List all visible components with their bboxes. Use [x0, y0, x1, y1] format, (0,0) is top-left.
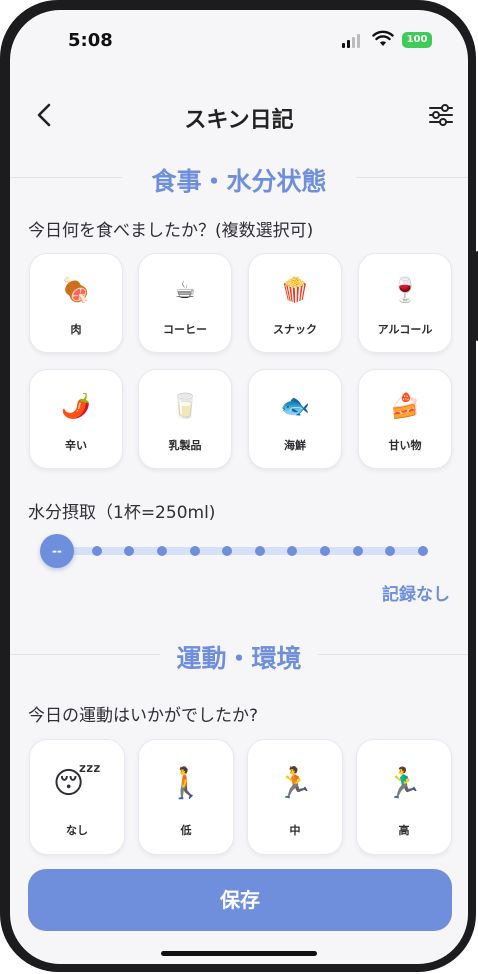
running-person-icon: 🏃 — [276, 766, 314, 801]
food-option-sweets[interactable]: 🍰 甘い物 — [358, 369, 452, 469]
chili-pepper-icon: 🌶️ — [61, 392, 91, 420]
diet-section-header: 食事・水分状態 — [10, 158, 468, 198]
popcorn-icon: 🍿 — [280, 276, 310, 304]
exercise-option-low[interactable]: 🚶 低 — [138, 739, 234, 855]
exercise-option-medium[interactable]: 🏃 中 — [247, 739, 343, 855]
fish-icon: 🐟 — [280, 392, 310, 420]
exercise-section-header: 運動・環境 — [10, 635, 468, 675]
walking-person-icon: 🚶 — [167, 766, 205, 801]
exercise-option-high[interactable]: 🏃‍♂️ 高 — [356, 739, 452, 855]
food-label: コーヒー — [163, 323, 207, 336]
exercise-label: 中 — [289, 824, 301, 837]
page-title: スキン日記 — [184, 108, 294, 133]
volume-up-button — [0, 231, 2, 293]
app-screen: 5:08 100 スキン日記 食事・水分状態 今日何を食べましたか？(複数選択可… — [10, 10, 468, 964]
action-button — [0, 171, 2, 203]
diet-question: 今日何を食べましたか？(複数選択可) — [28, 221, 314, 241]
slider-tick[interactable] — [156, 546, 167, 556]
food-label: スナック — [273, 323, 317, 336]
battery-icon: 100 — [402, 32, 432, 48]
volume-down-button — [0, 307, 2, 369]
home-indicator — [161, 951, 317, 956]
food-option-snack[interactable]: 🍿 スナック — [248, 253, 342, 353]
milk-glass-icon: 🥛 — [170, 392, 200, 420]
phone-frame: 5:08 100 スキン日記 食事・水分状態 今日何を食べましたか？(複数選択可… — [0, 0, 478, 972]
slider-track[interactable] — [54, 547, 426, 555]
filter-settings-icon[interactable] — [428, 102, 454, 128]
food-option-spicy[interactable]: 🌶️ 辛い — [29, 369, 123, 469]
coffee-icon: ☕ — [174, 276, 196, 304]
hydration-label: 水分摂取（1杯=250ml) — [28, 503, 216, 523]
navigation-bar: スキン日記 — [10, 90, 468, 140]
food-label: 肉 — [70, 323, 82, 336]
slider-thumb[interactable]: -- — [40, 534, 74, 568]
hydration-slider[interactable]: -- — [40, 533, 428, 569]
exercise-section-title: 運動・環境 — [176, 644, 302, 673]
food-option-dairy[interactable]: 🥛 乳製品 — [138, 369, 232, 469]
slider-tick[interactable] — [189, 546, 200, 556]
exercise-label: 低 — [180, 824, 192, 837]
status-bar: 5:08 100 — [10, 10, 468, 70]
slider-tick[interactable] — [352, 546, 363, 556]
exercise-label: 高 — [398, 824, 410, 837]
wifi-icon — [372, 30, 394, 46]
food-label: 乳製品 — [168, 439, 202, 452]
save-button[interactable]: 保存 — [28, 869, 452, 931]
wine-glass-icon: 🍷 — [390, 276, 420, 304]
cake-slice-icon: 🍰 — [390, 392, 420, 420]
food-label: アルコール — [377, 323, 433, 336]
status-time: 5:08 — [68, 30, 113, 51]
food-option-seafood[interactable]: 🐟 海鮮 — [248, 369, 342, 469]
food-option-alcohol[interactable]: 🍷 アルコール — [358, 253, 452, 353]
sleeping-person-icon: 😴 — [52, 766, 102, 801]
exercise-question: 今日の運動はいかがでしたか? — [28, 706, 259, 726]
slider-tick[interactable] — [418, 546, 428, 556]
diet-section-title: 食事・水分状態 — [151, 167, 327, 196]
food-label: 辛い — [65, 439, 87, 452]
food-option-coffee[interactable]: ☕ コーヒー — [138, 253, 232, 353]
sprinting-person-icon: 🏃‍♂️ — [385, 766, 423, 801]
food-label: 海鮮 — [284, 439, 306, 452]
cellular-signal-icon — [342, 34, 360, 48]
food-label: 甘い物 — [388, 439, 422, 452]
food-option-meat[interactable]: 🍖 肉 — [29, 253, 123, 353]
exercise-label: なし — [66, 824, 88, 837]
hydration-record-status: 記録なし — [382, 585, 450, 605]
slider-tick[interactable] — [91, 546, 102, 556]
meat-icon: 🍖 — [61, 276, 91, 304]
slider-tick[interactable] — [254, 546, 265, 556]
exercise-option-none[interactable]: 😴 なし — [29, 739, 125, 855]
